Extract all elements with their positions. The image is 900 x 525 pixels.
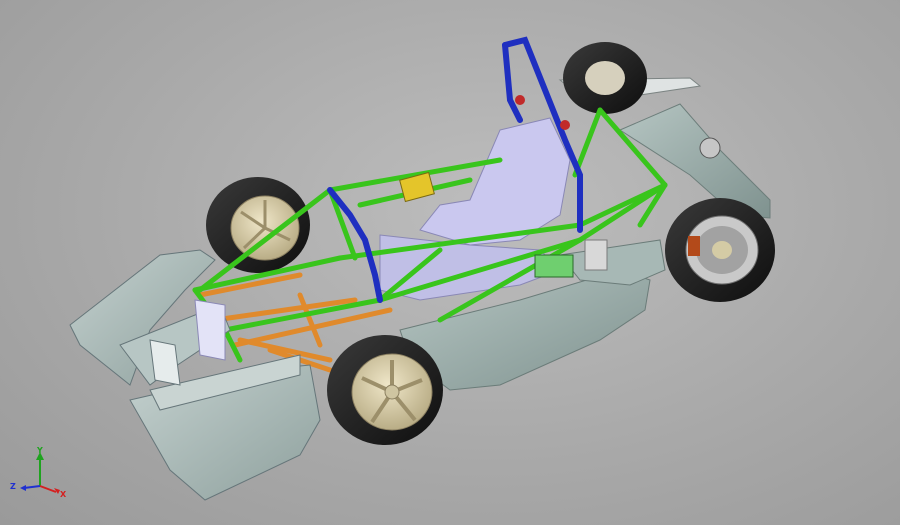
formula-car-model[interactable]	[0, 0, 900, 525]
axis-label-x: X	[60, 490, 67, 499]
axis-triad: Y Z X	[8, 446, 78, 508]
cad-3d-viewport[interactable]: Y Z X	[0, 0, 900, 525]
rear-right-wheel	[665, 198, 775, 302]
axis-label-z: Z	[10, 482, 16, 491]
front-left-wheel	[206, 177, 310, 273]
axis-label-y: Y	[37, 446, 43, 455]
front-right-wheel	[327, 335, 443, 445]
triad-arrows-icon	[20, 452, 60, 494]
rear-left-wheel	[563, 42, 647, 114]
